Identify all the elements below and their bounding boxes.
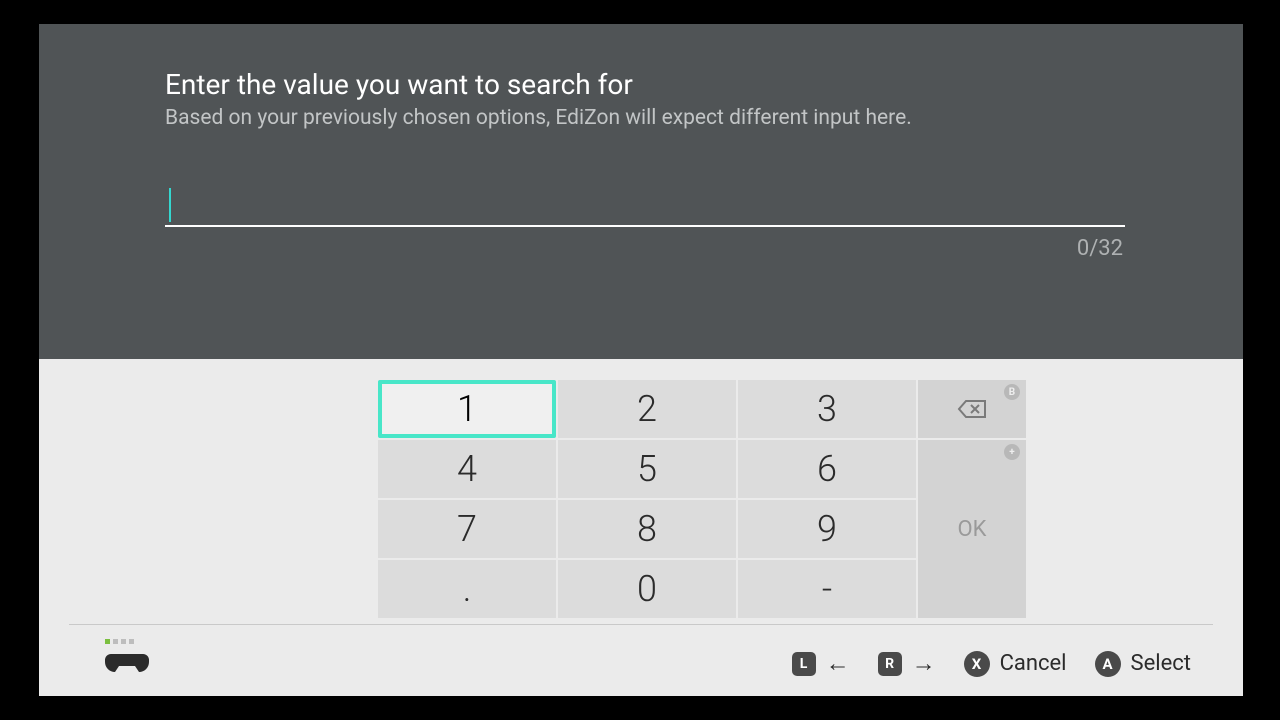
screen: Enter the value you want to search for B… xyxy=(39,24,1243,696)
footer-bar: L ← R → X Cancel A Select xyxy=(39,624,1243,696)
select-action[interactable]: A Select xyxy=(1095,651,1191,677)
cancel-label: Cancel xyxy=(1000,651,1067,676)
nav-right-action[interactable]: R → xyxy=(878,649,936,678)
footer-divider xyxy=(69,624,1213,625)
panel-title: Enter the value you want to search for xyxy=(165,68,633,101)
key-7[interactable]: 7 xyxy=(378,500,556,558)
input-panel: Enter the value you want to search for B… xyxy=(39,24,1243,359)
key-1[interactable]: 1 xyxy=(378,380,556,438)
select-label: Select xyxy=(1131,651,1191,676)
key-9[interactable]: 9 xyxy=(738,500,916,558)
key-3[interactable]: 3 xyxy=(738,380,916,438)
backspace-icon xyxy=(957,399,987,419)
arrow-right-icon: → xyxy=(912,649,936,678)
l-badge: L xyxy=(792,652,816,676)
controller-indicator xyxy=(105,639,149,678)
key-2[interactable]: 2 xyxy=(558,380,736,438)
nav-left-action[interactable]: L ← xyxy=(792,649,850,678)
backspace-key[interactable]: B xyxy=(918,380,1026,438)
arrow-left-icon: ← xyxy=(826,649,850,678)
x-button-icon: X xyxy=(964,651,990,677)
key-6[interactable]: 6 xyxy=(738,440,916,498)
char-counter: 0/32 xyxy=(1077,236,1123,261)
numeric-keypad: 1 2 3 B 4 5 6 OK + 7 8 9 . 0 - xyxy=(378,380,1061,620)
ok-label: OK xyxy=(958,517,987,542)
key-4[interactable]: 4 xyxy=(378,440,556,498)
a-button-icon: A xyxy=(1095,651,1121,677)
text-cursor xyxy=(169,188,171,222)
ok-hint-badge: + xyxy=(1004,444,1020,460)
backspace-hint-badge: B xyxy=(1004,384,1020,400)
r-badge: R xyxy=(878,652,902,676)
cancel-action[interactable]: X Cancel xyxy=(964,651,1067,677)
ok-key[interactable]: OK + xyxy=(918,440,1026,618)
footer-actions: L ← R → X Cancel A Select xyxy=(792,649,1191,678)
key-5[interactable]: 5 xyxy=(558,440,736,498)
input-underline[interactable] xyxy=(165,225,1125,227)
panel-subtitle: Based on your previously chosen options,… xyxy=(165,106,912,130)
key-8[interactable]: 8 xyxy=(558,500,736,558)
key-0[interactable]: 0 xyxy=(558,560,736,618)
player-dots xyxy=(105,639,149,644)
controller-icon xyxy=(105,648,149,674)
key-dot[interactable]: . xyxy=(378,560,556,618)
key-minus[interactable]: - xyxy=(738,560,916,618)
